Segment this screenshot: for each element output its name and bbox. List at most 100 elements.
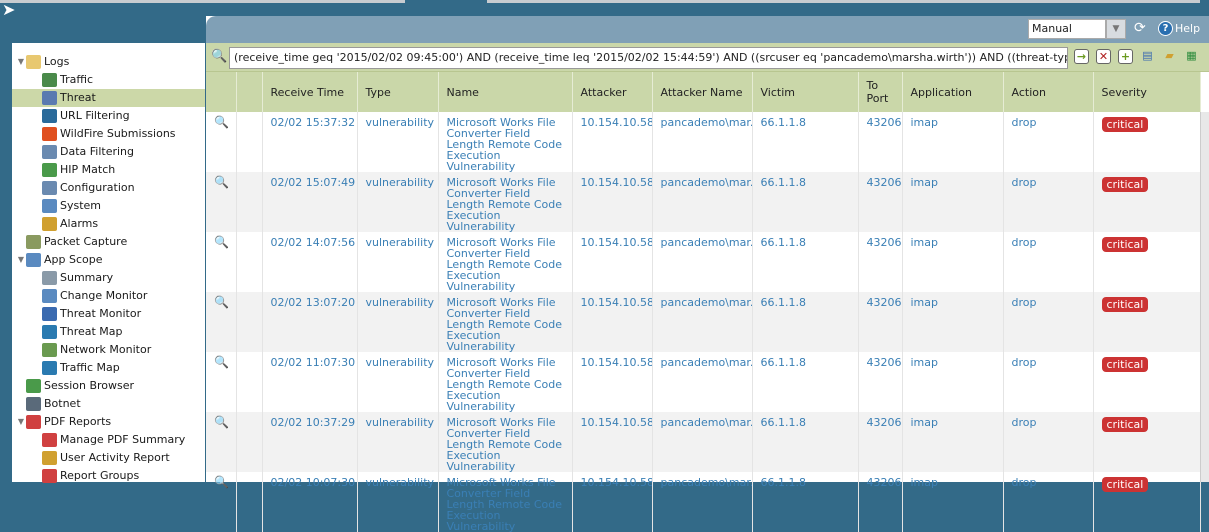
cell-name[interactable]: Microsoft Works File Converter Field Len…: [438, 292, 573, 352]
sidebar-item-change-monitor[interactable]: Change Monitor: [12, 287, 205, 305]
column-header[interactable]: [206, 72, 237, 112]
table-row[interactable]: 🔍 02/02 11:07:30 vulnerability Microsoft Wo…: [206, 352, 1201, 412]
apply-filter-icon[interactable]: →: [1074, 49, 1089, 64]
save-filter-icon[interactable]: ▤: [1140, 49, 1155, 64]
details-cell[interactable]: 🔍: [206, 232, 237, 292]
log-details-icon[interactable]: 🔍: [214, 115, 229, 129]
cell-attacker-name[interactable]: pancademo\mar...: [652, 292, 753, 352]
cell-time[interactable]: 02/02 15:07:49: [262, 172, 358, 232]
sidebar-item-session-browser[interactable]: Session Browser: [12, 377, 205, 395]
sidebar-item-traffic[interactable]: Traffic: [12, 71, 205, 89]
expand-icon[interactable]: ▼: [16, 53, 26, 71]
cell-name[interactable]: Microsoft Works File Converter Field Len…: [438, 112, 573, 172]
add-filter-icon[interactable]: +: [1118, 49, 1133, 64]
cell-app[interactable]: imap: [902, 352, 1004, 412]
cell-attacker-name[interactable]: pancademo\mar...: [652, 472, 753, 532]
sidebar-item-summary[interactable]: Summary: [12, 269, 205, 287]
cell-attacker[interactable]: 10.154.10.58: [572, 412, 653, 472]
column-header[interactable]: Severity: [1093, 72, 1201, 112]
chevron-down-icon[interactable]: ▼: [1106, 19, 1126, 39]
sidebar-item-traffic-map[interactable]: Traffic Map: [12, 359, 205, 377]
cell-attacker[interactable]: 10.154.10.58: [572, 232, 653, 292]
cell-app[interactable]: imap: [902, 232, 1004, 292]
cell-port[interactable]: 43206: [858, 352, 903, 412]
column-header[interactable]: Name: [438, 72, 573, 112]
sidebar-item-app-scope[interactable]: ▼ App Scope: [12, 251, 205, 269]
sidebar-item-user-activity-report[interactable]: User Activity Report: [12, 449, 205, 467]
cell-attacker[interactable]: 10.154.10.58: [572, 472, 653, 532]
vertical-scrollbar[interactable]: [1200, 112, 1209, 482]
sidebar-item-configuration[interactable]: Configuration: [12, 179, 205, 197]
cell-time[interactable]: 02/02 10:07:30: [262, 472, 358, 532]
cell-attacker-name[interactable]: pancademo\mar...: [652, 112, 753, 172]
column-header[interactable]: [236, 72, 263, 112]
filter-input[interactable]: (receive_time geq '2015/02/02 09:45:00')…: [229, 47, 1068, 69]
cell-name[interactable]: Microsoft Works File Converter Field Len…: [438, 472, 573, 532]
expand-icon[interactable]: ▼: [16, 251, 26, 269]
sidebar-item-network-monitor[interactable]: Network Monitor: [12, 341, 205, 359]
sidebar-item-threat-map[interactable]: Threat Map: [12, 323, 205, 341]
sidebar-item-url-filtering[interactable]: URL Filtering: [12, 107, 205, 125]
cell-type[interactable]: vulnerability: [357, 412, 439, 472]
cell-time[interactable]: 02/02 14:07:56: [262, 232, 358, 292]
cell-victim[interactable]: 66.1.1.8: [752, 232, 859, 292]
cell-type[interactable]: vulnerability: [357, 292, 439, 352]
sidebar-item-hip-match[interactable]: HIP Match: [12, 161, 205, 179]
cell-type[interactable]: vulnerability: [357, 472, 439, 532]
details-cell[interactable]: 🔍: [206, 472, 237, 532]
log-details-icon[interactable]: 🔍: [214, 475, 229, 489]
cell-port[interactable]: 43206: [858, 412, 903, 472]
table-row[interactable]: 🔍 02/02 10:07:30 vulnerability Microsoft Wo…: [206, 472, 1201, 532]
sidebar-item-threat-monitor[interactable]: Threat Monitor: [12, 305, 205, 323]
sidebar-item-wildfire-submissions[interactable]: WildFire Submissions: [12, 125, 205, 143]
sidebar-item-manage-pdf-summary[interactable]: Manage PDF Summary: [12, 431, 205, 449]
cell-type[interactable]: vulnerability: [357, 232, 439, 292]
load-filter-icon[interactable]: ▰: [1162, 49, 1177, 64]
cell-name[interactable]: Microsoft Works File Converter Field Len…: [438, 352, 573, 412]
details-cell[interactable]: 🔍: [206, 292, 237, 352]
column-header[interactable]: Application: [902, 72, 1004, 112]
sidebar-item-packet-capture[interactable]: Packet Capture: [12, 233, 205, 251]
cell-attacker-name[interactable]: pancademo\mar...: [652, 412, 753, 472]
cell-victim[interactable]: 66.1.1.8: [752, 472, 859, 532]
column-header[interactable]: Type: [357, 72, 439, 112]
sidebar-item-botnet[interactable]: Botnet: [12, 395, 205, 413]
cell-port[interactable]: 43206: [858, 112, 903, 172]
column-header[interactable]: Action: [1003, 72, 1094, 112]
cell-name[interactable]: Microsoft Works File Converter Field Len…: [438, 172, 573, 232]
sidebar-item-data-filtering[interactable]: Data Filtering: [12, 143, 205, 161]
cell-app[interactable]: imap: [902, 412, 1004, 472]
sidebar-item-logs[interactable]: ▼ Logs: [12, 53, 205, 71]
cell-victim[interactable]: 66.1.1.8: [752, 412, 859, 472]
refresh-icon[interactable]: ⟳: [1134, 20, 1146, 36]
column-header[interactable]: Attacker Name: [652, 72, 753, 112]
column-header[interactable]: Attacker: [572, 72, 653, 112]
table-row[interactable]: 🔍 02/02 13:07:20 vulnerability Microsoft Wo…: [206, 292, 1201, 352]
log-details-icon[interactable]: 🔍: [214, 415, 229, 429]
cell-attacker[interactable]: 10.154.10.58: [572, 172, 653, 232]
cell-time[interactable]: 02/02 13:07:20: [262, 292, 358, 352]
cell-victim[interactable]: 66.1.1.8: [752, 112, 859, 172]
table-row[interactable]: 🔍 02/02 15:37:32 vulnerability Microsoft Wo…: [206, 112, 1201, 172]
log-details-icon[interactable]: 🔍: [214, 235, 229, 249]
log-details-icon[interactable]: 🔍: [214, 175, 229, 189]
details-cell[interactable]: 🔍: [206, 172, 237, 232]
sidebar-item-pdf-reports[interactable]: ▼ PDF Reports: [12, 413, 205, 431]
cell-port[interactable]: 43206: [858, 232, 903, 292]
cell-app[interactable]: imap: [902, 172, 1004, 232]
cell-type[interactable]: vulnerability: [357, 352, 439, 412]
cell-port[interactable]: 43206: [858, 292, 903, 352]
details-cell[interactable]: 🔍: [206, 412, 237, 472]
cell-app[interactable]: imap: [902, 292, 1004, 352]
cell-attacker-name[interactable]: pancademo\mar...: [652, 352, 753, 412]
cell-name[interactable]: Microsoft Works File Converter Field Len…: [438, 412, 573, 472]
cell-app[interactable]: imap: [902, 472, 1004, 532]
cell-time[interactable]: 02/02 10:37:29: [262, 412, 358, 472]
details-cell[interactable]: 🔍: [206, 112, 237, 172]
refresh-mode-select[interactable]: Manual: [1028, 19, 1106, 39]
cell-type[interactable]: vulnerability: [357, 112, 439, 172]
cell-attacker-name[interactable]: pancademo\mar...: [652, 232, 753, 292]
cell-victim[interactable]: 66.1.1.8: [752, 352, 859, 412]
export-excel-icon[interactable]: ▦: [1184, 49, 1199, 64]
table-row[interactable]: 🔍 02/02 15:07:49 vulnerability Microsoft Wo…: [206, 172, 1201, 232]
